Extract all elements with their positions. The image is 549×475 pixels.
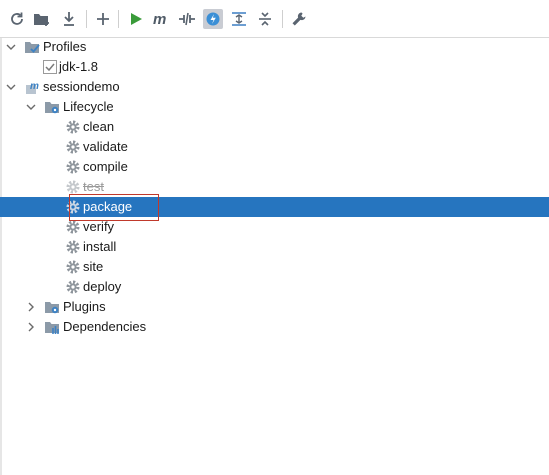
gear-icon [66, 240, 80, 254]
collapse-all-icon[interactable] [255, 9, 275, 29]
chevron-down-icon[interactable] [6, 42, 16, 52]
settings-wrench-icon[interactable] [289, 9, 309, 29]
gear-icon [66, 180, 80, 194]
gear-icon [66, 200, 80, 214]
tree-node-goal-deploy[interactable]: deploy [0, 277, 549, 297]
skip-tests-icon[interactable] [203, 9, 223, 29]
dependencies-folder-icon [45, 322, 59, 334]
maven-toolbar: m [0, 0, 549, 38]
tree-node-goal-verify[interactable]: verify [0, 217, 549, 237]
project-label: sessiondemo [43, 79, 120, 94]
profile-label: jdk-1.8 [59, 59, 99, 74]
svg-text:m: m [153, 11, 166, 27]
toolbar-separator [118, 10, 119, 28]
checkbox-checked-icon[interactable] [42, 59, 58, 75]
chevron-down-icon[interactable] [6, 82, 16, 92]
run-icon[interactable] [126, 9, 146, 29]
toolbar-separator [282, 10, 283, 28]
goal-label: clean [83, 119, 115, 134]
goal-label: deploy [83, 279, 122, 294]
goal-label: validate [83, 139, 128, 154]
tree-node-dependencies[interactable]: Dependencies [0, 317, 549, 337]
goal-label: install [83, 239, 117, 254]
tree-node-goal-package[interactable]: package [0, 197, 549, 217]
toggle-offline-icon[interactable] [177, 9, 197, 29]
tree-node-profile-jdk[interactable]: jdk-1.8 [0, 57, 549, 77]
tree-node-goal-compile[interactable]: compile [0, 157, 549, 177]
gear-icon [66, 160, 80, 174]
plugins-label: Plugins [63, 299, 106, 314]
gear-icon [66, 260, 80, 274]
gear-icon [66, 280, 80, 294]
tree-node-goal-test[interactable]: test [0, 177, 549, 197]
tree-node-plugins[interactable]: Plugins [0, 297, 549, 317]
goal-label: verify [83, 219, 115, 234]
lifecycle-label: Lifecycle [63, 99, 114, 114]
chevron-down-icon[interactable] [26, 102, 36, 112]
goal-label-skipped: test [83, 179, 104, 194]
add-icon[interactable] [93, 9, 113, 29]
show-dependencies-icon[interactable] [229, 9, 249, 29]
profiles-label: Profiles [43, 39, 87, 54]
tree-node-goal-validate[interactable]: validate [0, 137, 549, 157]
goal-label: site [83, 259, 104, 274]
lifecycle-folder-icon [45, 102, 59, 114]
tree-node-goal-install[interactable]: install [0, 237, 549, 257]
goal-label: package [83, 199, 133, 214]
tree-node-lifecycle[interactable]: Lifecycle [0, 97, 549, 117]
add-maven-project-icon[interactable] [32, 9, 52, 29]
maven-goal-icon[interactable]: m [151, 9, 171, 29]
toolbar-separator [86, 10, 87, 28]
profiles-folder-icon [25, 42, 40, 53]
plugins-folder-icon [45, 302, 59, 314]
tree-node-goal-site[interactable]: site [0, 257, 549, 277]
gear-icon [66, 140, 80, 154]
refresh-icon[interactable] [7, 9, 27, 29]
gear-icon [66, 220, 80, 234]
chevron-right-icon[interactable] [26, 302, 36, 312]
chevron-right-icon[interactable] [26, 322, 36, 332]
gear-icon [66, 120, 80, 134]
tree-node-profiles[interactable]: Profiles [0, 37, 549, 57]
tree-node-goal-clean[interactable]: clean [0, 117, 549, 137]
maven-project-icon: m [26, 81, 39, 94]
goal-label: compile [83, 159, 128, 174]
download-icon[interactable] [59, 9, 79, 29]
tree-node-project[interactable]: m sessiondemo [0, 77, 549, 97]
svg-text:m: m [30, 81, 39, 92]
dependencies-label: Dependencies [63, 319, 147, 334]
